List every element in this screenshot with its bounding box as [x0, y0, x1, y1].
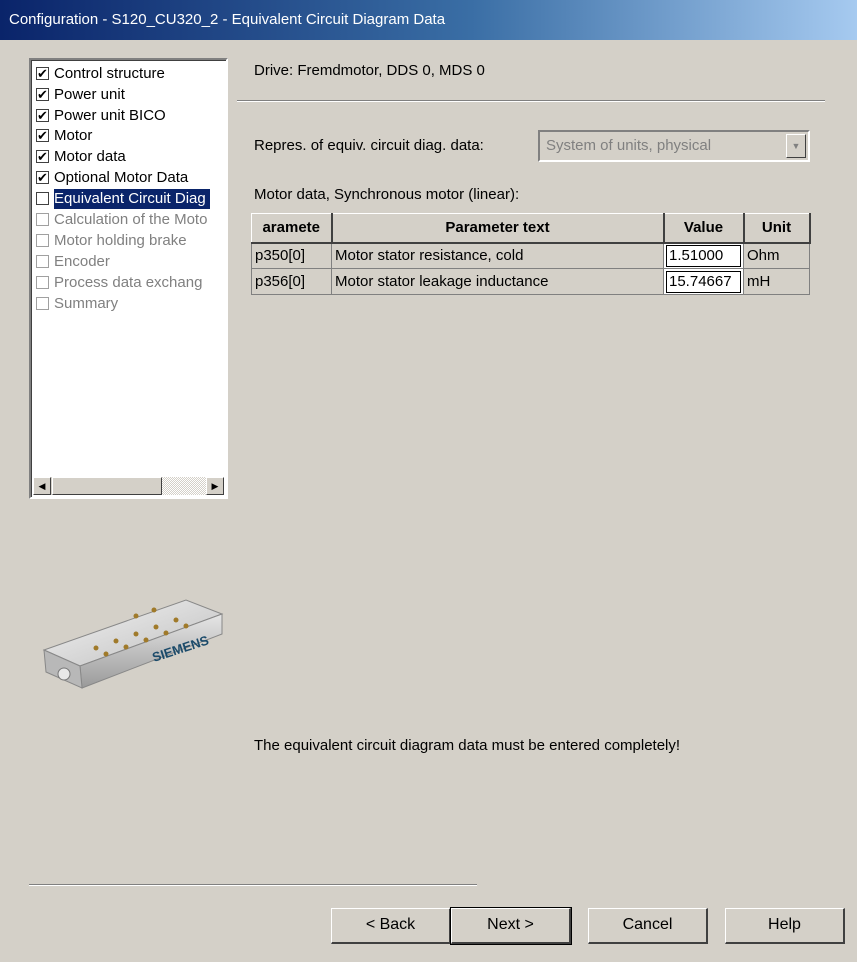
- step-checkbox[interactable]: [36, 64, 49, 84]
- step-process-data-exchange[interactable]: Process data exchang: [34, 273, 226, 293]
- step-control-structure[interactable]: Control structure: [34, 64, 226, 84]
- step-checkbox[interactable]: [36, 192, 49, 205]
- drive-label: Drive: Fremdmotor, DDS 0, MDS 0: [254, 62, 485, 79]
- step-label: Calculation of the Moto: [54, 211, 208, 228]
- value-text[interactable]: 15.74667: [666, 270, 741, 293]
- step-list-scrollbar[interactable]: ◀ ▶: [33, 477, 224, 495]
- chevron-down-icon[interactable]: ▼: [786, 134, 806, 158]
- param-cell: p350[0]: [251, 242, 332, 269]
- product-image: SIEMENS: [42, 599, 224, 689]
- step-checkbox[interactable]: [36, 276, 49, 289]
- step-motor-data[interactable]: Motor data: [34, 147, 226, 167]
- step-checkbox[interactable]: [36, 234, 49, 247]
- divider: [237, 100, 825, 102]
- param-cell: p356[0]: [251, 268, 332, 295]
- param-text-cell: Motor stator leakage inductance: [331, 268, 664, 295]
- step-power-unit-bico[interactable]: Power unit BICO: [34, 106, 226, 126]
- step-list[interactable]: Control structure Power unit Power unit …: [29, 58, 228, 499]
- step-calculation-motor[interactable]: Calculation of the Moto: [34, 210, 226, 230]
- repres-dropdown[interactable]: System of units, physical ▼: [538, 130, 810, 162]
- next-button[interactable]: Next >: [450, 907, 572, 945]
- table-row: p350[0] Motor stator resistance, cold 1.…: [251, 242, 810, 269]
- step-label: Control structure: [54, 65, 165, 82]
- step-optional-motor-data[interactable]: Optional Motor Data: [34, 168, 226, 188]
- column-header-parameter[interactable]: aramete: [251, 213, 333, 244]
- step-checkbox[interactable]: [36, 147, 49, 167]
- value-input[interactable]: 1.51000: [663, 242, 744, 269]
- repres-label: Repres. of equiv. circuit diag. data:: [254, 137, 484, 154]
- table-row: p356[0] Motor stator leakage inductance …: [251, 268, 810, 295]
- unit-cell: mH: [743, 268, 810, 295]
- step-checkbox[interactable]: [36, 168, 49, 188]
- step-summary[interactable]: Summary: [34, 294, 226, 314]
- step-checkbox[interactable]: [36, 126, 49, 146]
- step-checkbox[interactable]: [36, 255, 49, 268]
- step-motor-holding-brake[interactable]: Motor holding brake: [34, 231, 226, 251]
- back-button[interactable]: < Back: [331, 908, 451, 944]
- help-button[interactable]: Help: [725, 908, 845, 944]
- table-caption: Motor data, Synchronous motor (linear):: [254, 186, 520, 203]
- step-label: Motor holding brake: [54, 232, 187, 249]
- step-label: Equivalent Circuit Diag: [54, 189, 210, 209]
- scroll-thumb[interactable]: [52, 477, 162, 495]
- repres-dropdown-value: System of units, physical: [546, 137, 712, 154]
- column-header-value[interactable]: Value: [663, 213, 745, 244]
- step-motor[interactable]: Motor: [34, 126, 226, 146]
- divider: [29, 884, 477, 886]
- scroll-track[interactable]: [162, 477, 206, 495]
- step-label: Process data exchang: [54, 274, 203, 291]
- parameter-table: aramete Parameter text Value Unit p350[0…: [251, 213, 811, 295]
- column-header-parameter-text[interactable]: Parameter text: [331, 213, 665, 244]
- step-label: Summary: [54, 295, 119, 312]
- step-checkbox[interactable]: [36, 297, 49, 310]
- step-encoder[interactable]: Encoder: [34, 252, 226, 272]
- step-power-unit[interactable]: Power unit: [34, 85, 226, 105]
- step-label: Encoder: [54, 253, 110, 270]
- scroll-right-icon[interactable]: ▶: [206, 477, 224, 495]
- notice-text: The equivalent circuit diagram data must…: [254, 737, 681, 754]
- step-label: Power unit BICO: [54, 107, 166, 124]
- step-checkbox[interactable]: [36, 213, 49, 226]
- step-equivalent-circuit[interactable]: Equivalent Circuit Diag: [34, 189, 226, 209]
- value-text[interactable]: 1.51000: [666, 244, 741, 267]
- window-title: Configuration - S120_CU320_2 - Equivalen…: [0, 0, 857, 40]
- step-label: Motor data: [54, 148, 126, 165]
- param-text-cell: Motor stator resistance, cold: [331, 242, 664, 269]
- step-label: Motor: [54, 127, 93, 144]
- value-input[interactable]: 15.74667: [663, 268, 744, 295]
- step-checkbox[interactable]: [36, 85, 49, 105]
- cancel-button[interactable]: Cancel: [588, 908, 708, 944]
- scroll-left-icon[interactable]: ◀: [33, 477, 51, 495]
- step-label: Optional Motor Data: [54, 169, 189, 186]
- step-checkbox[interactable]: [36, 106, 49, 126]
- unit-cell: Ohm: [743, 242, 810, 269]
- step-label: Power unit: [54, 86, 125, 103]
- column-header-unit[interactable]: Unit: [743, 213, 811, 244]
